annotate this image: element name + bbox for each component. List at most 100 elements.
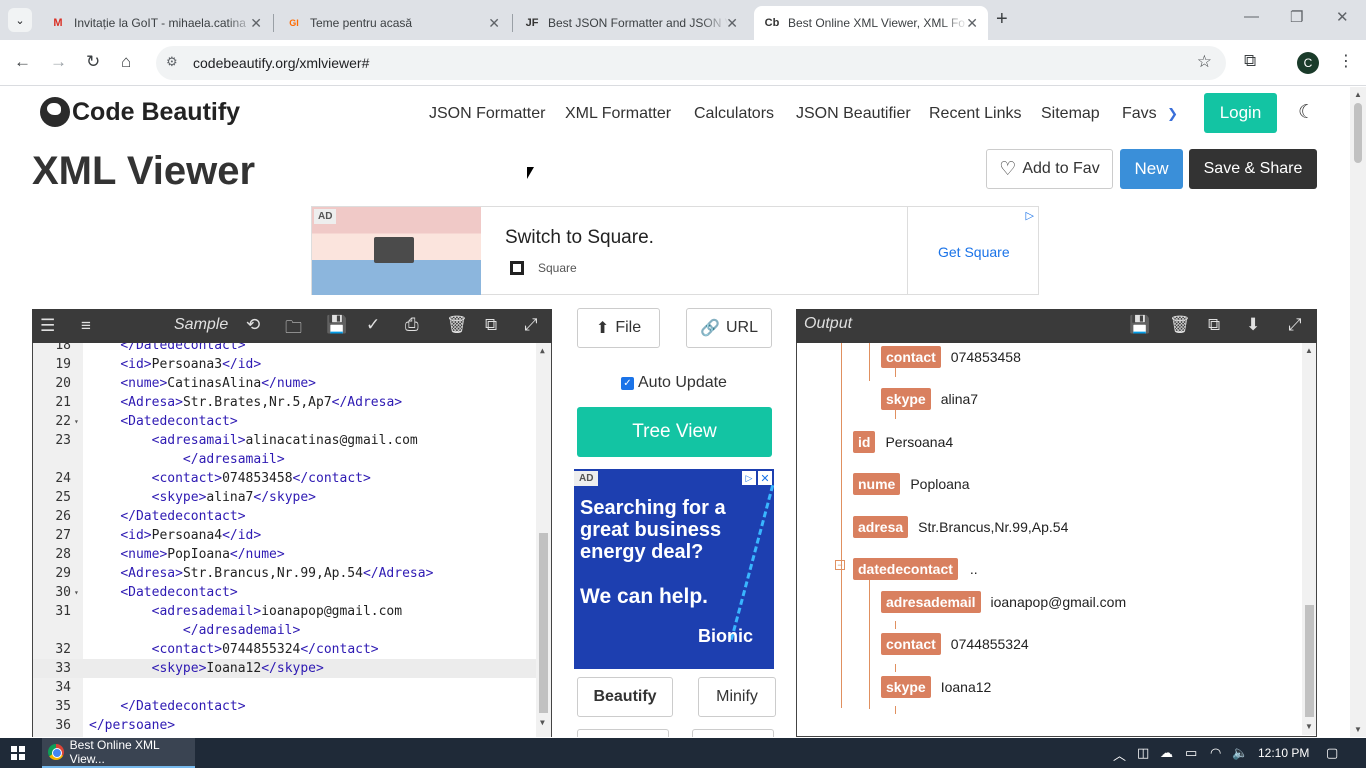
editor-line[interactable]: 35 </Datedecontact>: [33, 697, 536, 716]
editor-line[interactable]: 34: [33, 678, 536, 697]
editor-line[interactable]: 21 <Adresa>Str.Brates,Nr.5,Ap7</Adresa>: [33, 393, 536, 412]
scroll-down-arrow-icon[interactable]: ▼: [540, 718, 545, 727]
tray-onedrive-icon[interactable]: ☁: [1160, 745, 1173, 761]
nav-recent-links[interactable]: Recent Links: [929, 105, 1022, 123]
tree-node[interactable]: contact 074853458: [881, 345, 1021, 369]
editor-line[interactable]: 24 <contact>074853458</contact>: [33, 469, 536, 488]
more-button[interactable]: [692, 729, 774, 737]
auto-update-toggle[interactable]: ✓ Auto Update: [621, 374, 727, 392]
extensions-icon[interactable]: ⧉: [1244, 51, 1256, 71]
square-ad-banner[interactable]: AD Switch to Square. Square Get Square ▷: [311, 206, 1039, 295]
copy-icon[interactable]: ⧉: [1208, 315, 1220, 335]
tray-wifi-icon[interactable]: ◠: [1210, 745, 1221, 761]
save-icon[interactable]: 💾: [326, 315, 347, 335]
editor-line[interactable]: 36 </persoane>: [33, 716, 536, 735]
tab-search-chevron-icon[interactable]: ⌄: [8, 8, 32, 32]
nav-xml-formatter[interactable]: XML Formatter: [565, 105, 671, 123]
tree-node[interactable]: nume Poploana: [853, 472, 970, 496]
editor-line[interactable]: 29 <Adresa>Str.Brancus,Nr.99,Ap.54</Adre…: [33, 564, 536, 583]
site-info-icon[interactable]: ⚙: [166, 54, 178, 70]
save-share-button[interactable]: Save & Share: [1189, 149, 1317, 189]
new-tab-icon[interactable]: +: [996, 8, 1008, 31]
forward-icon[interactable]: →: [50, 52, 67, 72]
tree-node[interactable]: adresademail ioanapop@gmail.com: [881, 590, 1126, 614]
scroll-up-arrow-icon[interactable]: ▲: [1305, 346, 1313, 355]
editor-line[interactable]: 32 <contact>0744855324</contact>: [33, 640, 536, 659]
editor-line[interactable]: 23 <adresamail>alinacatinas@gmail.com: [33, 431, 536, 450]
page-scroll-thumb[interactable]: [1354, 103, 1362, 163]
fullscreen-icon[interactable]: ⤢: [524, 315, 538, 335]
tree-node[interactable]: skype Ioana12: [881, 675, 991, 699]
browser-tab-homework[interactable]: GI Teme pentru acasă ✕: [276, 6, 510, 40]
tree-view-button[interactable]: Tree View: [577, 407, 772, 457]
tray-battery-icon[interactable]: ▭: [1185, 745, 1197, 761]
output-scroll-thumb[interactable]: [1305, 605, 1314, 717]
print-icon[interactable]: ⎙: [405, 315, 419, 335]
scroll-down-arrow-icon[interactable]: ▼: [1354, 725, 1362, 734]
more-button[interactable]: [577, 729, 669, 737]
browser-tab-xml-viewer[interactable]: Cb Best Online XML Viewer, XML Fo ✕: [754, 6, 988, 40]
new-button[interactable]: New: [1120, 149, 1183, 189]
editor-line[interactable]: </adresamail>: [33, 450, 536, 469]
notification-icon[interactable]: ▢: [1326, 745, 1338, 761]
file-button[interactable]: ⬆ File: [577, 308, 660, 348]
wrap-lines-icon[interactable]: ≡: [81, 316, 91, 336]
sample-button[interactable]: Sample: [174, 316, 228, 334]
dark-mode-moon-icon[interactable]: ☾: [1298, 101, 1315, 124]
open-folder-icon[interactable]: 🗀: [285, 315, 302, 344]
output-scrollbar[interactable]: ▲ ▼: [1302, 343, 1316, 735]
add-to-fav-button[interactable]: ♡ Add to Fav: [986, 149, 1113, 189]
fold-arrow-icon[interactable]: ▾: [74, 583, 79, 602]
copy-icon[interactable]: ⧉: [485, 315, 497, 335]
close-tab-icon[interactable]: ✕: [488, 15, 500, 32]
editor-line[interactable]: 27 <id>Persoana4</id>: [33, 526, 536, 545]
address-bar[interactable]: ⚙ codebeautify.org/xmlviewer# ☆: [156, 46, 1226, 80]
editor-line[interactable]: 26 </Datedecontact>: [33, 507, 536, 526]
editor-line[interactable]: 28 <nume>PopIoana</nume>: [33, 545, 536, 564]
tree-node[interactable]: contact 0744855324: [881, 632, 1029, 656]
restore-icon[interactable]: ❐: [1290, 8, 1303, 26]
indent-icon[interactable]: ☰: [40, 316, 55, 336]
tray-meet-icon[interactable]: ◫: [1137, 745, 1149, 761]
nav-favs[interactable]: Favs ❯: [1122, 105, 1178, 123]
ad-cta-link[interactable]: Get Square: [938, 244, 1010, 260]
minimize-icon[interactable]: —: [1244, 8, 1259, 25]
adchoices-icon[interactable]: ▷: [1026, 209, 1034, 222]
editor-line[interactable]: 33 <skype>Ioana12</skype>: [33, 659, 536, 678]
nav-calculators[interactable]: Calculators: [694, 105, 774, 123]
scroll-down-arrow-icon[interactable]: ▼: [1305, 722, 1313, 731]
editor-line[interactable]: 25 <skype>alina7</skype>: [33, 488, 536, 507]
page-scrollbar[interactable]: ▲ ▼: [1350, 87, 1366, 737]
taskbar-chrome-app[interactable]: Best Online XML View...: [42, 738, 195, 768]
bionic-ad[interactable]: AD ▷ ✕ Searching for a great business en…: [574, 469, 774, 669]
beautify-button[interactable]: Beautify: [577, 677, 673, 717]
nav-json-beautifier[interactable]: JSON Beautifier: [796, 105, 911, 123]
scroll-up-arrow-icon[interactable]: ▲: [1354, 90, 1362, 99]
collapse-node-icon[interactable]: −: [835, 560, 845, 570]
xml-input-editor[interactable]: 18 </Datedecontact> 19 <id>Persoana3</id>…: [32, 343, 552, 737]
tray-chevron-up-icon[interactable]: ︿: [1113, 745, 1126, 764]
bookmark-star-icon[interactable]: ☆: [1197, 52, 1212, 72]
editor-line[interactable]: 22 ▾ <Datedecontact>: [33, 412, 536, 431]
profile-avatar[interactable]: C: [1297, 52, 1319, 74]
close-tab-icon[interactable]: ✕: [966, 15, 978, 32]
history-icon[interactable]: ⟲: [246, 315, 260, 335]
taskbar-clock[interactable]: 12:10 PM: [1258, 746, 1309, 760]
editor-scrollbar[interactable]: ▲ ▼: [536, 343, 551, 737]
tree-node[interactable]: datedecontact ..: [853, 557, 978, 581]
url-button[interactable]: 🔗 URL: [686, 308, 772, 348]
minify-button[interactable]: Minify: [698, 677, 776, 717]
output-tree-view[interactable]: − contact 074853458 skype alina7 id Pers…: [796, 343, 1317, 737]
editor-line[interactable]: 31 <adresademail>ioanapop@gmail.com: [33, 602, 536, 621]
home-icon[interactable]: ⌂: [121, 52, 131, 72]
fullscreen-icon[interactable]: ⤢: [1288, 315, 1302, 335]
editor-line[interactable]: 19 <id>Persoana3</id>: [33, 355, 536, 374]
tray-volume-icon[interactable]: 🔈: [1232, 745, 1248, 761]
reload-icon[interactable]: ↻: [86, 52, 100, 72]
editor-line[interactable]: 18 </Datedecontact>: [33, 343, 536, 355]
close-tab-icon[interactable]: ✕: [726, 15, 738, 32]
back-icon[interactable]: ←: [14, 52, 31, 72]
validate-check-icon[interactable]: ✓: [366, 315, 380, 335]
nav-json-formatter[interactable]: JSON Formatter: [429, 105, 545, 123]
fold-arrow-icon[interactable]: ▾: [74, 412, 79, 431]
